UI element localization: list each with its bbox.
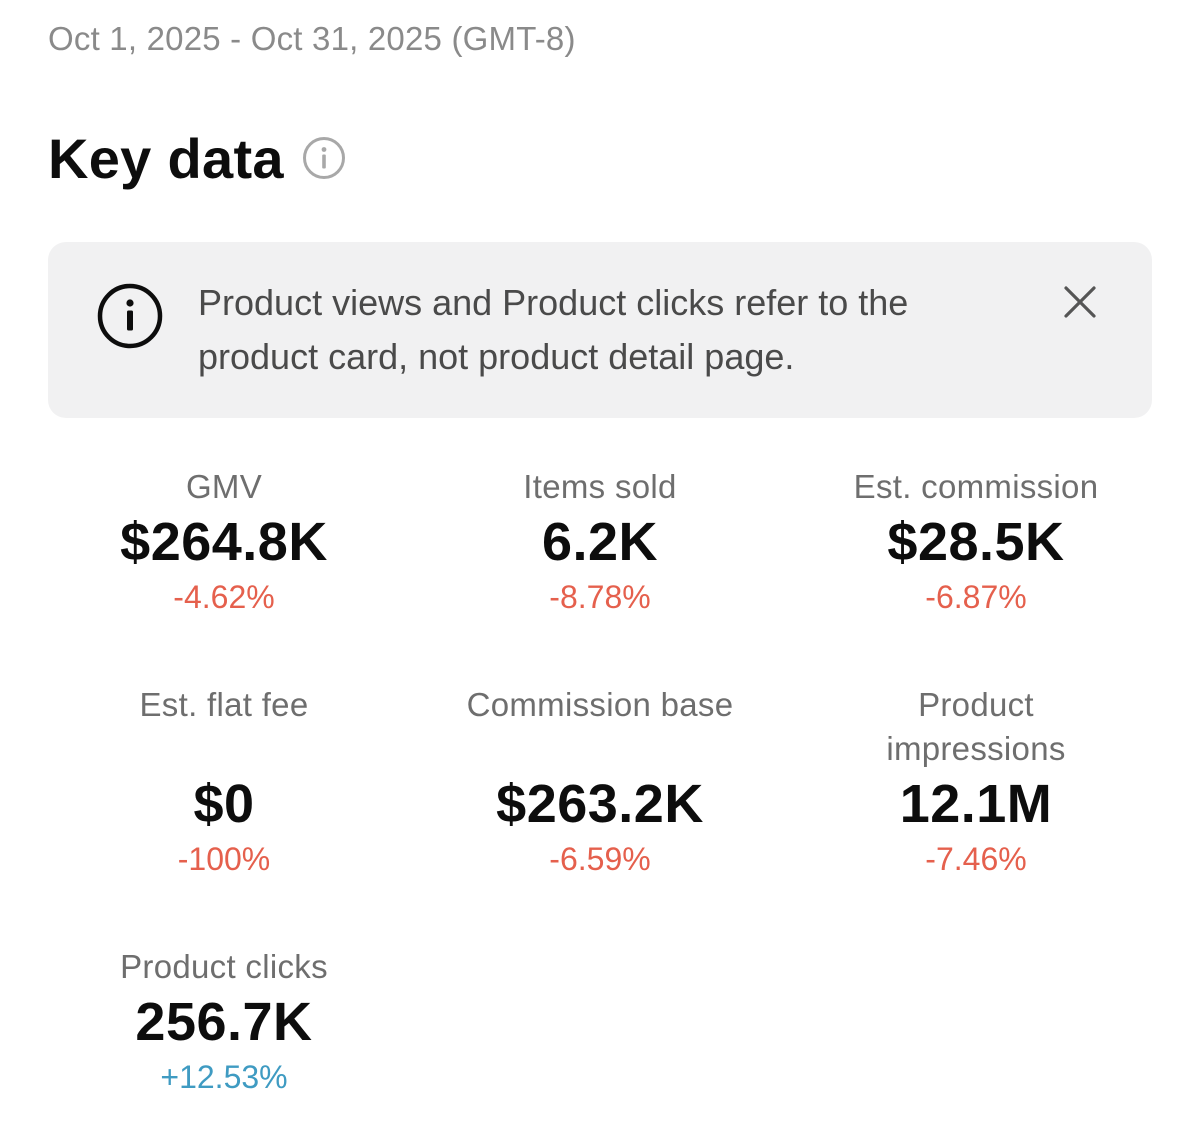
close-icon[interactable] xyxy=(1060,282,1100,322)
metric-label: Product impressions xyxy=(886,686,1066,767)
metric-label: Est. flat fee xyxy=(139,686,309,723)
metric-product-clicks[interactable]: Product clicks 256.7K +12.53% xyxy=(36,945,412,1099)
metric-product-impressions[interactable]: Product impressions 12.1M -7.46% xyxy=(788,683,1164,881)
metric-value: $263.2K xyxy=(496,774,704,834)
metric-change: -6.87% xyxy=(925,579,1027,615)
metric-change: +12.53% xyxy=(160,1059,288,1095)
metric-change: -8.78% xyxy=(549,579,651,615)
metric-label: Product clicks xyxy=(120,948,328,985)
notice-text: Product views and Product clicks refer t… xyxy=(198,282,909,377)
metric-value: 12.1M xyxy=(899,774,1053,834)
metric-value: $0 xyxy=(193,774,255,834)
metric-label: Items sold xyxy=(523,468,677,505)
metric-gmv[interactable]: GMV $264.8K -4.62% xyxy=(36,465,412,619)
notice-info-icon xyxy=(96,282,164,350)
metric-change: -4.62% xyxy=(173,579,275,615)
metric-value: 6.2K xyxy=(541,512,659,572)
metric-est-flat-fee[interactable]: Est. flat fee $0 -100% xyxy=(36,683,412,881)
metric-value: $28.5K xyxy=(887,512,1065,572)
metric-value: 256.7K xyxy=(135,992,313,1052)
metric-label: Est. commission xyxy=(853,468,1099,505)
metric-est-commission[interactable]: Est. commission $28.5K -6.87% xyxy=(788,465,1164,619)
metric-value: $264.8K xyxy=(120,512,328,572)
metric-items-sold[interactable]: Items sold 6.2K -8.78% xyxy=(412,465,788,619)
metric-label: GMV xyxy=(185,468,263,505)
metric-change: -7.46% xyxy=(925,841,1027,877)
metric-change: -6.59% xyxy=(549,841,651,877)
date-range[interactable]: Oct 1, 2025 - Oct 31, 2025 (GMT-8) xyxy=(48,20,576,58)
metric-change: -100% xyxy=(177,841,271,877)
info-icon[interactable] xyxy=(302,136,346,180)
metric-label: Commission base xyxy=(466,686,734,723)
notice-banner: Product views and Product clicks refer t… xyxy=(48,242,1152,418)
page-title: Key data xyxy=(48,126,284,190)
metric-commission-base[interactable]: Commission base $263.2K -6.59% xyxy=(412,683,788,881)
key-data-header: Key data xyxy=(48,122,346,194)
